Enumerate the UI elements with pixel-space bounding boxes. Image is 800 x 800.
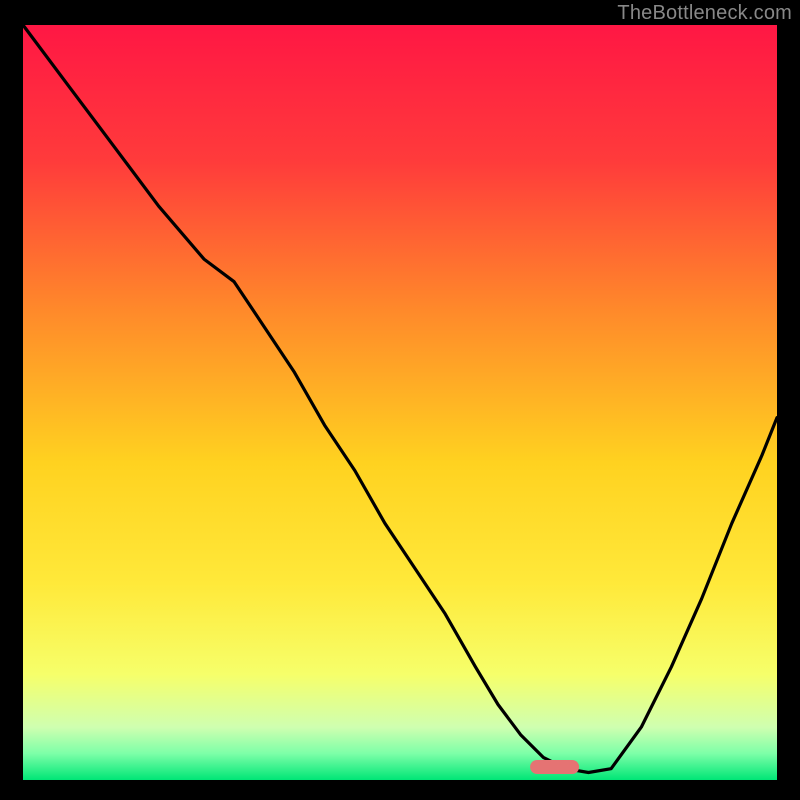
target-marker [530, 760, 579, 774]
bottleneck-chart [0, 0, 800, 800]
chart-stage: TheBottleneck.com [0, 0, 800, 800]
watermark-text: TheBottleneck.com [617, 2, 792, 25]
plot-area [23, 25, 777, 780]
